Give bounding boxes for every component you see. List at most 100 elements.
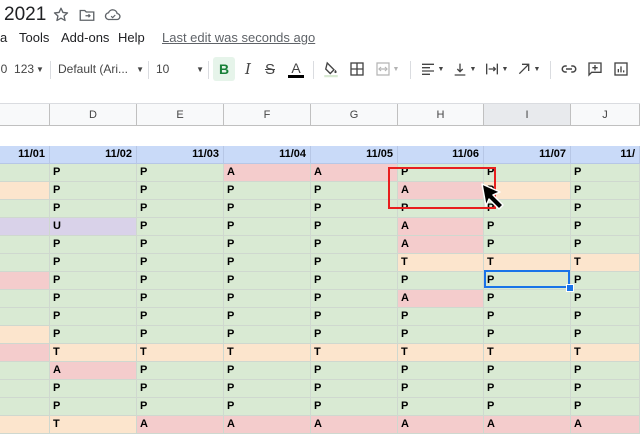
data-cell[interactable]: P — [224, 308, 311, 326]
data-cell[interactable]: P — [50, 380, 137, 398]
data-cell[interactable]: P — [571, 218, 640, 236]
data-cell[interactable]: P — [571, 290, 640, 308]
date-header-cell[interactable]: 11/01 — [0, 146, 50, 164]
data-cell[interactable]: P — [571, 380, 640, 398]
data-cell[interactable]: P — [50, 290, 137, 308]
data-cell[interactable]: P — [137, 200, 224, 218]
menu-help[interactable]: Help — [118, 30, 145, 45]
data-cell[interactable]: P — [398, 398, 484, 416]
data-cell[interactable]: P — [484, 326, 571, 344]
data-cell[interactable]: A — [398, 290, 484, 308]
row-prefix-cell[interactable] — [0, 236, 50, 254]
row-prefix-cell[interactable] — [0, 362, 50, 380]
data-cell[interactable]: P — [137, 308, 224, 326]
data-cell[interactable]: P — [137, 326, 224, 344]
font-family-select[interactable]: Default (Ari... ▼ — [58, 57, 144, 81]
bold-button[interactable]: B — [213, 57, 235, 81]
data-cell[interactable]: P — [484, 236, 571, 254]
document-title[interactable]: 2021 — [4, 4, 46, 26]
date-header-cell[interactable]: 11/05 — [311, 146, 398, 164]
text-wrapping-icon[interactable]: ▼ — [482, 57, 510, 81]
data-cell[interactable]: P — [137, 398, 224, 416]
more-formats-button[interactable]: 123 ▼ — [12, 57, 46, 81]
date-header-cell[interactable]: 11/07 — [484, 146, 571, 164]
data-cell[interactable]: P — [398, 272, 484, 290]
data-cell[interactable]: T — [311, 344, 398, 362]
date-header-cell[interactable]: 11/03 — [137, 146, 224, 164]
insert-chart-icon[interactable] — [610, 57, 632, 81]
star-icon[interactable] — [52, 6, 70, 24]
zoom-partial[interactable]: 0 — [0, 57, 8, 81]
data-cell[interactable]: P — [398, 308, 484, 326]
data-cell[interactable]: T — [50, 416, 137, 434]
data-cell[interactable]: P — [50, 398, 137, 416]
date-header-cell[interactable]: 11/04 — [224, 146, 311, 164]
row-prefix-cell[interactable] — [0, 164, 50, 182]
data-cell[interactable]: A — [398, 236, 484, 254]
data-cell[interactable]: U — [50, 218, 137, 236]
data-cell[interactable]: P — [311, 290, 398, 308]
borders-icon[interactable] — [346, 57, 368, 81]
italic-button[interactable]: I — [238, 57, 258, 81]
data-cell[interactable]: A — [571, 416, 640, 434]
column-header-i[interactable]: I — [484, 104, 571, 126]
data-cell[interactable]: P — [224, 254, 311, 272]
data-cell[interactable]: P — [224, 398, 311, 416]
data-cell[interactable]: P — [311, 200, 398, 218]
data-cell[interactable]: P — [137, 362, 224, 380]
data-cell[interactable]: P — [311, 254, 398, 272]
data-cell[interactable]: P — [571, 164, 640, 182]
date-header-cell[interactable]: 11/ — [571, 146, 640, 164]
data-cell[interactable]: P — [224, 362, 311, 380]
data-cell[interactable]: P — [137, 164, 224, 182]
text-color-button[interactable]: A — [285, 57, 307, 81]
data-cell[interactable]: T — [224, 344, 311, 362]
data-cell[interactable]: A — [398, 218, 484, 236]
column-header-j[interactable]: J — [571, 104, 640, 126]
data-cell[interactable]: T — [137, 344, 224, 362]
row-prefix-cell[interactable] — [0, 344, 50, 362]
insert-comment-icon[interactable] — [584, 57, 606, 81]
data-cell[interactable]: P — [311, 308, 398, 326]
data-cell[interactable]: P — [571, 200, 640, 218]
cloud-saved-icon[interactable] — [104, 6, 122, 24]
row-prefix-cell[interactable] — [0, 308, 50, 326]
data-cell[interactable]: P — [311, 236, 398, 254]
data-cell[interactable]: P — [484, 308, 571, 326]
horizontal-align-icon[interactable]: ▼ — [418, 57, 446, 81]
data-cell[interactable]: A — [398, 416, 484, 434]
data-cell[interactable]: P — [571, 236, 640, 254]
data-cell[interactable]: P — [224, 290, 311, 308]
data-cell[interactable]: P — [311, 182, 398, 200]
data-cell[interactable]: A — [311, 164, 398, 182]
data-cell[interactable]: P — [484, 290, 571, 308]
data-cell[interactable]: P — [224, 326, 311, 344]
row-prefix-cell[interactable] — [0, 326, 50, 344]
data-cell[interactable]: P — [137, 236, 224, 254]
column-header-h[interactable]: H — [398, 104, 484, 126]
data-cell[interactable]: P — [50, 272, 137, 290]
row-prefix-cell[interactable] — [0, 218, 50, 236]
data-cell[interactable]: P — [311, 362, 398, 380]
row-prefix-cell[interactable] — [0, 254, 50, 272]
column-header-c[interactable] — [0, 104, 50, 126]
data-cell[interactable]: P — [571, 326, 640, 344]
row-prefix-cell[interactable] — [0, 272, 50, 290]
data-cell[interactable]: P — [571, 398, 640, 416]
data-cell[interactable]: P — [137, 218, 224, 236]
last-edit-link[interactable]: Last edit was seconds ago — [162, 30, 315, 45]
row-prefix-cell[interactable] — [0, 200, 50, 218]
data-cell[interactable]: T — [484, 344, 571, 362]
data-cell[interactable]: P — [50, 254, 137, 272]
data-cell[interactable]: P — [311, 380, 398, 398]
menu-add-ons[interactable]: Add-ons — [61, 30, 109, 45]
data-cell[interactable]: P — [50, 308, 137, 326]
data-cell[interactable]: A — [50, 362, 137, 380]
data-cell[interactable]: T — [398, 344, 484, 362]
data-cell[interactable]: P — [484, 398, 571, 416]
column-header-g[interactable]: G — [311, 104, 398, 126]
row-prefix-cell[interactable] — [0, 290, 50, 308]
row-prefix-cell[interactable] — [0, 416, 50, 434]
vertical-align-icon[interactable]: ▼ — [450, 57, 478, 81]
data-cell[interactable]: A — [311, 416, 398, 434]
